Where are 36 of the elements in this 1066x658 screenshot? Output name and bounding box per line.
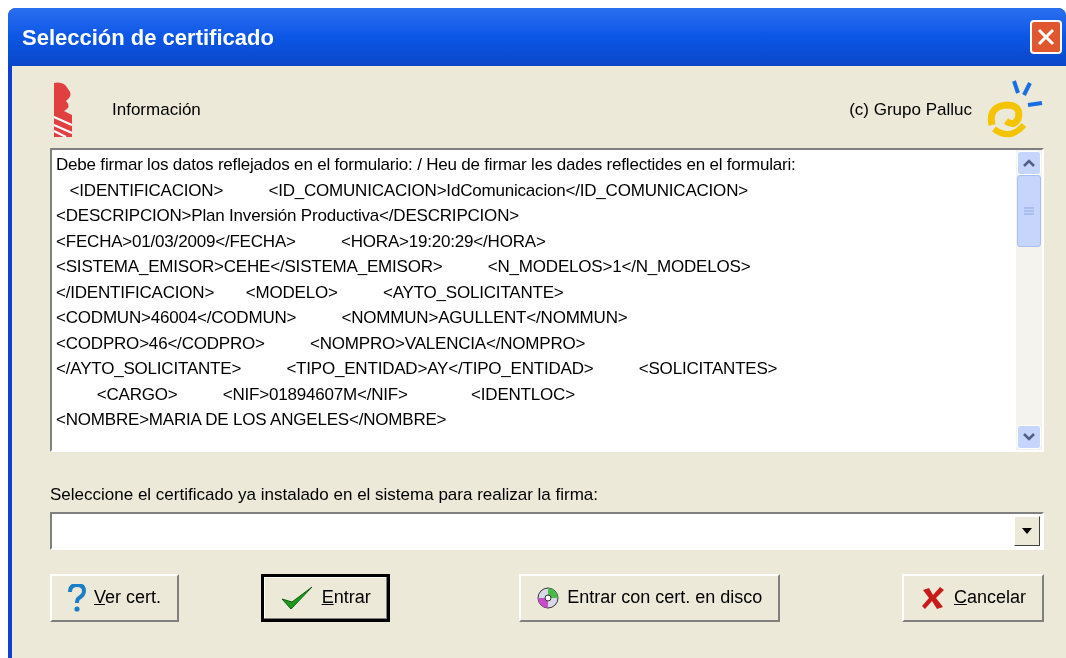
text-line: <CODMUN>46004</CODMUN> <NOMMUN>AGULLENT</NOMMUN> (56, 307, 629, 329)
header-label: Información (112, 99, 201, 122)
close-button[interactable] (1030, 20, 1062, 54)
x-mark-icon (919, 584, 946, 611)
grip-icon (1024, 207, 1034, 215)
text-line: <CODPRO>46</CODPRO> <NOMPRO>VALENCIA</NOMPRO> (56, 332, 587, 355)
text-line: <NOMBRE>MARIA DE LOS ANGELES</NOMBRE> (56, 409, 448, 431)
certificate-label: Seleccione el certificado ya instalado en el sistema para realizar la firma: (50, 484, 600, 506)
help-button[interactable]: Ver cert. (50, 573, 180, 622)
caret-down-icon (1022, 527, 1032, 534)
text-line: <CARGO> <NIF>01894607M</NIF> <IDENTLOC> (95, 383, 576, 406)
close-icon (1037, 28, 1055, 46)
text-line: <FECHA>01/03/2009</FECHA> <HORA>19:20:29</HORA> (56, 230, 547, 253)
text-line: <IDENTIFICACION> <ID_COMUNICACION>IdComunicacion</ID_COMUNICACION> (68, 179, 749, 202)
text-line: Debe firmar los datos reflejados en el formulario: / Heu de firmar les dades reflectides en el formulari: (56, 154, 797, 176)
question-mark-icon (68, 583, 86, 612)
disc-icon (537, 586, 560, 609)
chevron-down-icon (1023, 433, 1035, 441)
ok-button[interactable]: Entrar (260, 573, 390, 622)
text-line: <DESCRIPCION>Plan Inversión Productiva</DESCRIPCION> (56, 205, 520, 227)
chevron-up-icon (1023, 159, 1035, 167)
window-title: Selección de certificado (22, 23, 274, 52)
scroll-down-button[interactable] (1017, 425, 1041, 449)
vertical-scrollbar[interactable] (1016, 150, 1042, 450)
text-line: </IDENTIFICACION> <MODELO> <AYTO_SOLICITANTE> (56, 281, 565, 304)
certificate-dropdown[interactable] (50, 511, 1044, 550)
checkmark-icon (279, 584, 314, 611)
scroll-up-button[interactable] (1017, 151, 1041, 175)
text-line: <SISTEMA_EMISOR>CEHE</SISTEMA_EMISOR> <N_MODELOS>1</N_MODELOS> (56, 256, 752, 278)
copyright-text: (c) Grupo Palluc (849, 99, 972, 122)
message-text-area[interactable] (50, 148, 1044, 452)
scroll-thumb[interactable] (1017, 175, 1041, 247)
cancel-button[interactable]: Cancelar (901, 573, 1044, 622)
text-line: </AYTO_SOLICITANTE> <TIPO_ENTIDAD>AY</TIPO_ENTIDAD> <SOLICITANTES> (56, 358, 779, 380)
disk-button[interactable]: Entrar con cert. en disco (519, 573, 781, 622)
dropdown-button[interactable] (1014, 515, 1040, 546)
